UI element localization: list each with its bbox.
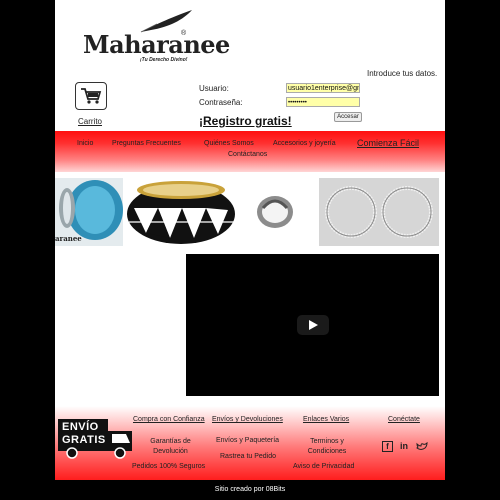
- cart-button[interactable]: [75, 82, 107, 110]
- nav-item-inicio[interactable]: Inicio: [77, 140, 93, 147]
- free-shipping-line2: GRATIS: [62, 434, 106, 446]
- cart-icon: [81, 88, 102, 104]
- product-image-geometric-bangle[interactable]: [124, 178, 239, 246]
- nav-item-comienza-facil[interactable]: Comienza Fácil: [357, 138, 419, 148]
- video-player[interactable]: [186, 254, 439, 396]
- twitter-icon[interactable]: [416, 441, 428, 453]
- footer-link-garantias[interactable]: Garantías de Devolución: [148, 437, 193, 457]
- maharanee-logo[interactable]: Maharanee ® ¡Tu Derecho Divino!: [83, 4, 230, 63]
- username-field[interactable]: usuario1enterprise@gmail: [286, 83, 360, 93]
- main-nav: Inicio Preguntas Frecuentes Quiénes Somo…: [55, 131, 445, 172]
- free-shipping-badge: ENVÍO GRATIS: [58, 417, 142, 459]
- facebook-icon[interactable]: f: [382, 441, 393, 452]
- product-image-silver-ring[interactable]: [245, 178, 305, 246]
- footer-link-pedidos[interactable]: Pedidos 100% Seguros: [132, 463, 205, 470]
- footer-heading-conectate[interactable]: Conéctate: [388, 416, 420, 423]
- login-intro-text: Introduce tus datos.: [367, 69, 438, 78]
- footer: ENVÍO GRATIS Compra con Confianza Envíos…: [55, 406, 445, 480]
- footer-heading-compra[interactable]: Compra con Confianza: [133, 416, 205, 423]
- footer-link-terminos[interactable]: Terminos y Condiciones: [306, 437, 348, 457]
- facebook-glyph: f: [382, 441, 393, 452]
- nav-item-accessories[interactable]: Accesorios y joyería: [273, 140, 336, 147]
- page: Maharanee ® ¡Tu Derecho Divino! Introduc…: [55, 0, 445, 500]
- footer-heading-enlaces[interactable]: Enlaces Varios: [303, 416, 349, 423]
- brand-name: Maharanee: [83, 30, 230, 59]
- footer-heading-envios[interactable]: Envíos y Devoluciones: [212, 416, 283, 423]
- play-icon: [309, 320, 318, 330]
- nav-item-faq[interactable]: Preguntas Frecuentes: [112, 140, 181, 147]
- register-link[interactable]: ¡Registro gratis!: [199, 114, 292, 128]
- linkedin-icon[interactable]: in: [400, 441, 408, 451]
- play-button[interactable]: [297, 315, 329, 335]
- login-button[interactable]: Accesar: [334, 112, 362, 122]
- password-label: Contraseña:: [199, 98, 243, 107]
- nav-item-about[interactable]: Quiénes Somos: [204, 140, 254, 147]
- registered-mark: ®: [181, 30, 187, 37]
- footer-link-rastrea[interactable]: Rastrea tu Pedido: [220, 453, 276, 460]
- cart-link[interactable]: Carrito: [78, 117, 102, 126]
- username-label: Usuario:: [199, 84, 229, 93]
- product-image-blue-bangle[interactable]: aranee: [55, 178, 123, 246]
- site-credit: Sitio creado por 08Bits: [55, 480, 445, 500]
- footer-link-paqueteria[interactable]: Envíos y Paquetería: [216, 437, 279, 444]
- product-caption: aranee: [55, 234, 82, 243]
- product-image-hoop-earrings[interactable]: [319, 178, 439, 246]
- twitter-bird-glyph: [416, 441, 428, 450]
- nav-item-contact[interactable]: Contáctanos: [228, 151, 267, 158]
- password-field[interactable]: •••••••••: [286, 97, 360, 107]
- brand-tagline: ¡Tu Derecho Divino!: [140, 57, 188, 63]
- free-shipping-line1: ENVÍO: [62, 421, 99, 433]
- footer-link-privacidad[interactable]: Aviso de Privacidad: [293, 463, 354, 470]
